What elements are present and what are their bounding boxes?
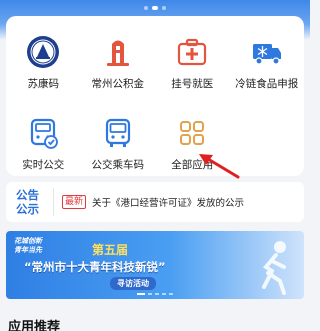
app-grid: 苏康码 常州公积金 挂号就医 冷链食品申报 实时公交 公交乘车码 全部应用	[6, 16, 304, 172]
app-bus-code[interactable]: 公交乘车码	[81, 115, 156, 172]
app-grid-card: 苏康码 常州公积金 挂号就医 冷链食品申报 实时公交 公交乘车码 全部应用	[6, 16, 304, 176]
banner-dot	[155, 293, 159, 295]
cold-chain-truck-icon	[249, 34, 285, 70]
runner-graphic-icon	[262, 241, 286, 295]
medical-kit-icon	[174, 34, 210, 70]
notice-title-line: 公示	[16, 202, 39, 216]
bus-realtime-icon	[25, 115, 61, 151]
banner-dot	[148, 293, 152, 295]
banner-slogan-line: 花城创新	[14, 237, 42, 245]
bus-front-icon	[100, 115, 136, 151]
banner-title: “常州市十大青年科技新锐”	[24, 260, 166, 274]
app-label: 常州公积金	[91, 78, 145, 90]
notice-title: 公告 公示	[16, 188, 54, 216]
banner-dot	[162, 293, 166, 295]
app-label: 苏康码	[27, 78, 60, 90]
app-realtime-bus[interactable]: 实时公交	[6, 115, 81, 172]
promo-banner[interactable]: 花城创新 青年当先 第五届 “常州市十大青年科技新锐” 寻访活动	[6, 231, 304, 299]
seal-emblem-icon	[25, 34, 61, 70]
banner-indicator	[6, 293, 304, 295]
building-tower-icon	[100, 34, 136, 70]
carousel-dot	[144, 6, 148, 10]
app-sukangma[interactable]: 苏康码	[6, 34, 81, 91]
app-housing-fund[interactable]: 常州公积金	[81, 34, 156, 91]
banner-slogan: 花城创新 青年当先	[14, 237, 42, 255]
new-badge: 最新	[62, 195, 87, 209]
carousel-indicator	[0, 6, 310, 10]
carousel-dot	[162, 6, 166, 10]
notice-text[interactable]: 关于《港口经营许可证》发放的公示	[92, 195, 244, 209]
app-label: 实时公交	[22, 159, 65, 171]
app-label: 冷链食品申报	[235, 78, 299, 90]
banner-edition: 第五届	[92, 243, 129, 257]
notice-title-line: 公告	[16, 188, 39, 202]
banner-subtitle: 寻访活动	[110, 277, 156, 290]
app-label: 挂号就医	[171, 78, 214, 90]
app-cold-chain[interactable]: 冷链食品申报	[230, 34, 305, 91]
app-hospital[interactable]: 挂号就医	[155, 34, 230, 91]
banner-dot	[169, 293, 173, 295]
banner-dot-active	[137, 293, 145, 295]
notice-bar[interactable]: 公告 公示 最新 关于《港口经营许可证》发放的公示	[6, 182, 304, 222]
carousel-dot-active	[152, 6, 158, 10]
section-title: 应用推荐	[8, 320, 61, 331]
app-label: 公交乘车码	[91, 159, 145, 171]
pointer-arrow-icon	[199, 154, 240, 179]
banner-slogan-line: 青年当先	[14, 246, 42, 254]
grid-apps-icon	[174, 115, 210, 151]
